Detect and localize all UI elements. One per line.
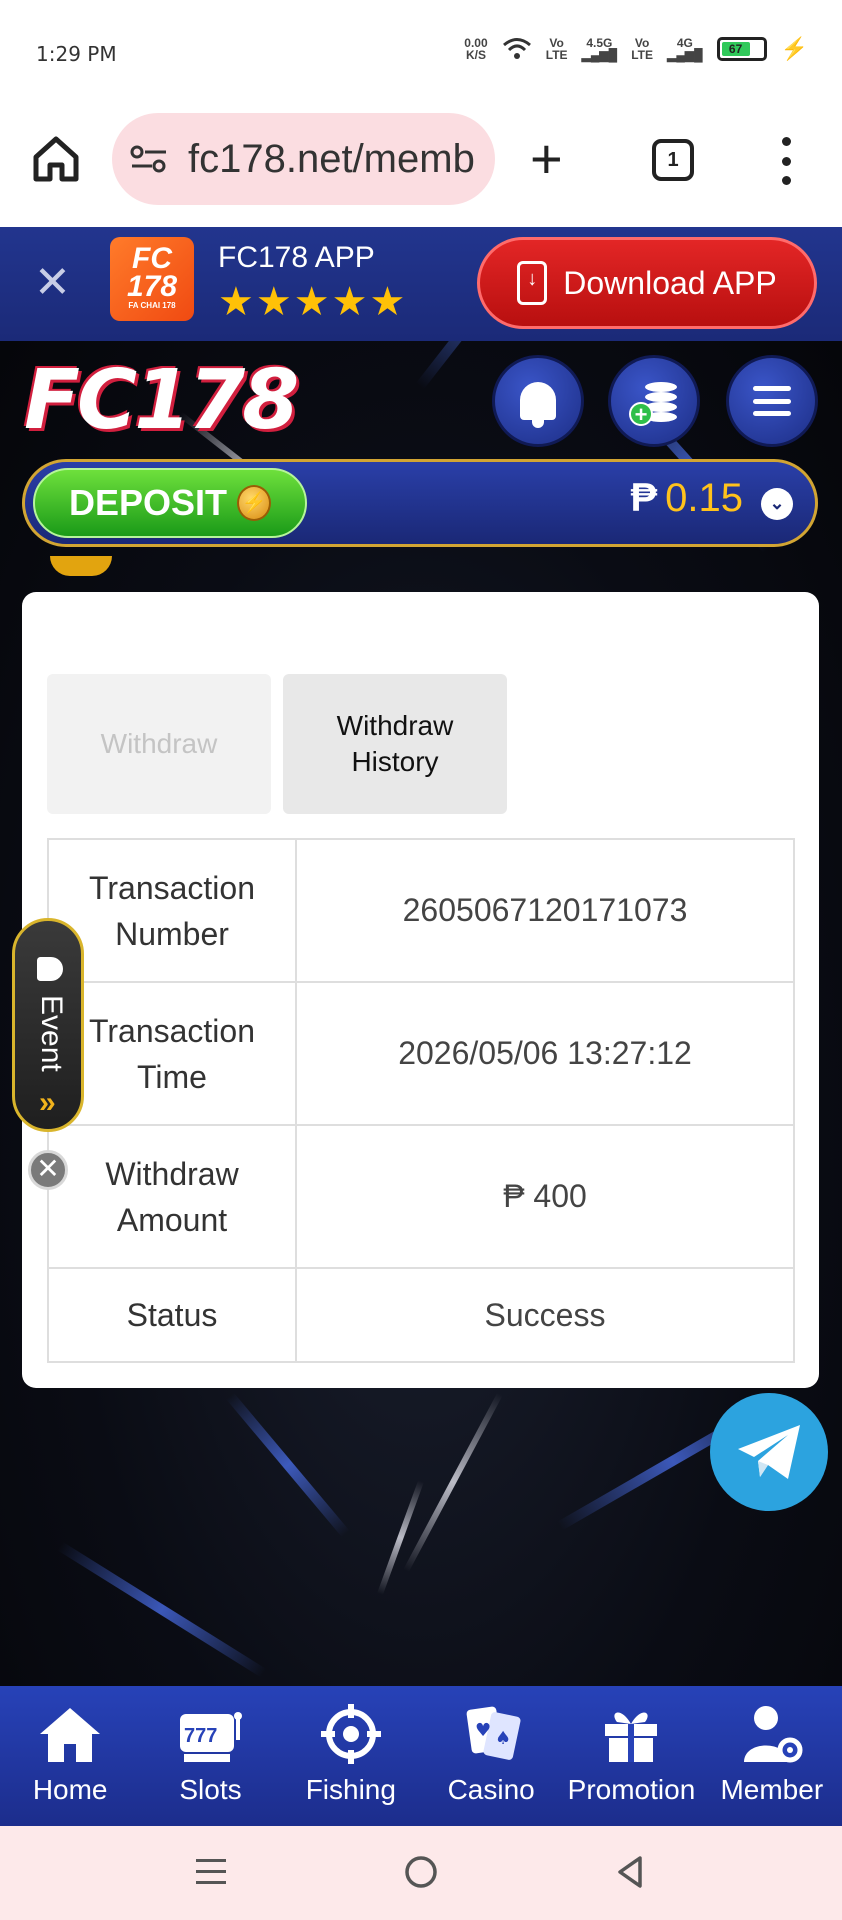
add-funds-button[interactable]: +: [608, 355, 700, 447]
megaphone-icon: [37, 957, 63, 981]
home-icon: [40, 1708, 101, 1762]
status-value: Success: [295, 1267, 795, 1363]
nav-promotion[interactable]: Promotion: [561, 1686, 701, 1826]
battery-level: 67: [721, 42, 750, 56]
tab-switcher-button[interactable]: 1: [652, 139, 694, 181]
transaction-number-value: 2605067120171073: [295, 838, 795, 983]
withdraw-amount-label: Withdraw Amount: [47, 1124, 297, 1269]
withdraw-amount-value: ₱ 400: [295, 1124, 795, 1269]
deposit-button[interactable]: DEPOSIT ⚡: [33, 468, 307, 538]
svg-text:777: 777: [184, 1725, 217, 1747]
url-text: fc178.net/memb: [188, 136, 475, 181]
transaction-number-label: Transaction Number: [47, 838, 297, 983]
wallet-balance: ₱ 0.15: [630, 476, 743, 520]
signal-icon: ▂▄▆█: [667, 48, 703, 62]
nav-label: Promotion: [567, 1774, 696, 1805]
sim1-volte: Vo LTE: [545, 36, 568, 62]
status-label: Status: [47, 1267, 297, 1363]
event-close-icon[interactable]: ✕: [28, 1150, 68, 1190]
bottom-navigation: Home 777 Slots Fishing ♥ ♠ Casino Promoti…: [0, 1686, 842, 1826]
nav-casino[interactable]: ♥ ♠ Casino: [421, 1686, 561, 1826]
svg-text:♥: ♥: [475, 1720, 491, 1741]
svg-text:♠: ♠: [495, 1728, 511, 1749]
address-bar[interactable]: fc178.net/memb: [112, 113, 495, 205]
tab-withdraw[interactable]: Withdraw: [47, 674, 271, 814]
crosshair-icon: [320, 1704, 381, 1764]
browser-toolbar: fc178.net/memb + 1: [0, 105, 842, 227]
coin-icon: ⚡: [237, 485, 272, 521]
main-menu-button[interactable]: [726, 355, 818, 447]
download-phone-icon: [517, 261, 548, 305]
app-name: FC178 APP: [218, 241, 375, 274]
table-row: Status Success: [47, 1267, 795, 1363]
network-speed: 0.00 K/S: [464, 36, 488, 62]
coins-icon: +: [629, 376, 679, 426]
transaction-time-value: 2026/05/06 13:27:12: [295, 981, 795, 1126]
event-floating-tab[interactable]: Event »: [12, 918, 84, 1132]
deposit-label: DEPOSIT: [68, 482, 228, 523]
nav-label: Home: [32, 1774, 108, 1805]
tab-withdraw-history[interactable]: Withdraw History: [283, 674, 507, 814]
nav-member[interactable]: Member: [702, 1686, 842, 1826]
app-logo: FC 178 FA CHAI 178: [110, 237, 194, 321]
new-tab-plus-icon[interactable]: +: [530, 131, 563, 187]
transaction-table: Transaction Number 2605067120171073 Tran…: [47, 838, 795, 1363]
double-chevron-icon: »: [39, 1086, 56, 1119]
nav-fishing[interactable]: Fishing: [281, 1686, 421, 1826]
notifications-button[interactable]: [492, 355, 584, 447]
chevron-down-icon[interactable]: ⌄: [761, 488, 793, 520]
more-menu-icon[interactable]: [776, 137, 796, 185]
status-time: 1:29 PM: [36, 42, 117, 66]
sim2-volte: Vo LTE: [631, 36, 654, 62]
system-navigation-bar: [0, 1826, 842, 1920]
sim1-network: 4.5G ▂▄▆█: [581, 36, 618, 62]
member-icon: [743, 1706, 803, 1763]
close-icon[interactable]: ✕: [34, 261, 71, 305]
site-header: FC178 +: [0, 341, 842, 459]
hamburger-icon: [753, 386, 791, 416]
signal-icon: ▂▄▆█: [581, 48, 618, 62]
nav-label: Slots: [179, 1774, 242, 1805]
table-row: Transaction Number 2605067120171073: [47, 838, 795, 983]
charging-icon: ⚡: [780, 36, 808, 61]
recents-icon[interactable]: [194, 1854, 228, 1888]
nav-label: Fishing: [305, 1774, 396, 1805]
table-row: Transaction Time 2026/05/06 13:27:12: [47, 981, 795, 1126]
site-logo[interactable]: FC178: [24, 360, 299, 442]
telegram-button[interactable]: [710, 1393, 828, 1511]
app-download-banner: ✕ FC 178FA CHAI 178 FC178 APP ★★★★★ Down…: [0, 227, 842, 341]
battery-icon: 67: [716, 37, 767, 61]
table-row: Withdraw Amount ₱ 400: [47, 1124, 795, 1269]
sim2-network: 4G ▂▄▆█: [667, 36, 703, 62]
slots-icon: 777: [180, 1712, 243, 1762]
home-circle-icon[interactable]: [403, 1854, 439, 1890]
nav-slots[interactable]: 777 Slots: [140, 1686, 280, 1826]
nav-label: Casino: [447, 1774, 535, 1805]
nav-home[interactable]: Home: [0, 1686, 140, 1826]
balance-bar: DEPOSIT ⚡ ₱ 0.15 ⌄: [22, 459, 818, 547]
download-app-button[interactable]: Download APP: [477, 237, 817, 329]
site-settings-icon[interactable]: [130, 144, 168, 174]
nav-label: Member: [720, 1774, 824, 1805]
status-bar: 1:29 PM 0.00 K/S Vo LTE 4.5G ▂▄▆█ Vo LTE 4…: [0, 0, 842, 105]
back-icon[interactable]: [614, 1854, 646, 1890]
gift-icon: [605, 1712, 658, 1762]
status-indicators: 0.00 K/S Vo LTE 4.5G ▂▄▆█ Vo LTE 4G ▂▄▆█ 67…: [464, 36, 808, 62]
home-icon[interactable]: [30, 133, 82, 185]
withdraw-card: Withdraw Withdraw History Transaction Nu…: [22, 592, 819, 1388]
wifi-icon: [502, 38, 531, 59]
telegram-icon: [738, 1425, 800, 1479]
download-app-label: Download APP: [563, 264, 777, 301]
cards-icon: ♥ ♠: [466, 1706, 521, 1760]
bell-icon: [520, 382, 556, 428]
transaction-time-label: Transaction Time: [47, 981, 297, 1126]
rating-stars: ★★★★★: [218, 280, 408, 324]
